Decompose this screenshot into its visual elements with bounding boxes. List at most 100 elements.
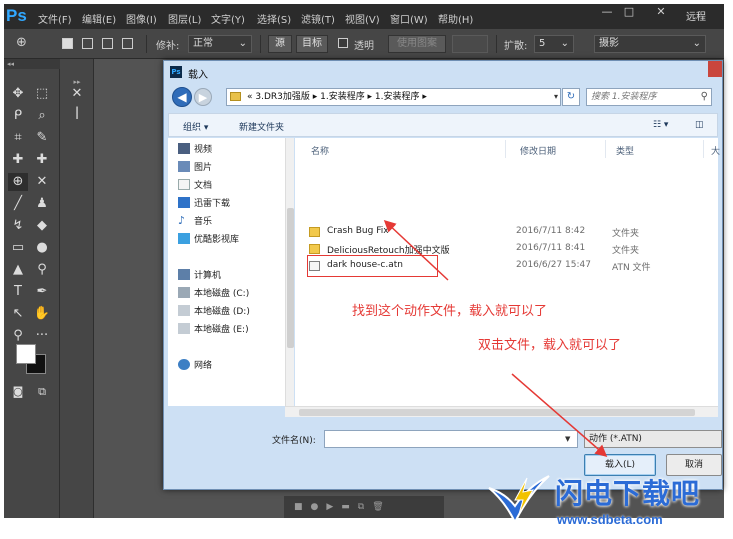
preview-pane-icon[interactable]: ◫ [695, 120, 704, 130]
new-folder-button[interactable]: 新建文件夹 [239, 120, 284, 133]
menu-image[interactable]: 图像(I) [126, 11, 157, 26]
add-selection-icon[interactable] [82, 38, 93, 49]
path-select-tool-icon[interactable]: ↖ [8, 305, 28, 323]
blur-tool-icon[interactable]: ● [32, 239, 52, 257]
menu-filter[interactable]: 滤镜(T) [301, 11, 335, 26]
refresh-icon[interactable]: ↻ [562, 88, 580, 106]
view-options-icon[interactable]: ☷ ▾ [653, 120, 668, 130]
dodge-tool-icon[interactable]: ▲ [8, 261, 28, 279]
crop-tool-icon[interactable]: ⌗ [8, 129, 28, 147]
nav-item-network[interactable]: 网络 [194, 358, 212, 371]
red-eye-tool-icon[interactable]: ✕ [32, 173, 52, 191]
menu-edit[interactable]: 编辑(E) [82, 11, 116, 26]
search-box[interactable]: ⚲ [586, 88, 712, 106]
menu-file[interactable]: 文件(F) [38, 11, 72, 26]
brush-tool-icon[interactable]: ╱ [8, 195, 28, 213]
filetype-select[interactable]: 动作 (*.ATN) [584, 430, 722, 448]
target-button[interactable]: 目标 [296, 35, 328, 53]
brush-preset-icon[interactable]: ꟾ [67, 107, 87, 125]
stamp-tool-icon[interactable]: ♟ [32, 195, 52, 213]
forward-arrow-icon[interactable]: ▶ [194, 88, 212, 106]
intersect-selection-icon[interactable] [122, 38, 133, 49]
hand-tool-icon[interactable]: ✋ [32, 305, 52, 323]
eyedropper-tool-icon[interactable]: ✎ [32, 129, 52, 147]
video-icon [178, 143, 190, 154]
use-pattern-button[interactable]: 使用图案 [388, 35, 446, 53]
marquee-tool-icon[interactable]: ⬚ [32, 85, 52, 103]
nav-item-disk-d[interactable]: 本地磁盘 (D:) [194, 304, 250, 317]
folder-icon [309, 227, 320, 237]
menu-window[interactable]: 窗口(W) [390, 11, 428, 26]
chevron-down-icon: ⌄ [238, 38, 247, 49]
search-icon[interactable]: ⚲ [701, 91, 708, 102]
chevron-down-icon[interactable]: ▾ [554, 89, 558, 105]
quick-mask-icon[interactable]: ◙ [8, 383, 28, 401]
more-tools-icon[interactable]: ··· [32, 327, 52, 345]
scrollbar-thumb[interactable] [299, 409, 695, 416]
nav-item-music[interactable]: 音乐 [194, 214, 212, 227]
maximize-button[interactable]: □ [618, 5, 640, 19]
close-button[interactable]: ✕ [650, 5, 672, 19]
history-brush-tool-icon[interactable]: ↯ [8, 217, 28, 235]
search-input[interactable] [591, 90, 691, 104]
nav-item-pictures[interactable]: 图片 [194, 160, 212, 173]
nav-item-xunlei[interactable]: 迅雷下载 [194, 196, 230, 209]
lasso-tool-icon[interactable]: ᑭ [8, 107, 28, 125]
file-date: 2016/7/11 8:41 [516, 243, 586, 253]
column-date[interactable]: 修改日期 [520, 144, 556, 157]
scrollbar-thumb[interactable] [287, 208, 294, 348]
computer-icon [178, 269, 190, 280]
nav-scrollbar[interactable] [285, 138, 294, 406]
new-selection-icon[interactable] [62, 38, 73, 49]
subtract-selection-icon[interactable] [102, 38, 113, 49]
address-path: « 3.DR3加强版 ▸ 1.安装程序 ▸ 1.安装程序 ▸ [247, 92, 427, 102]
source-button[interactable]: 源 [268, 35, 292, 53]
menu-view[interactable]: 视图(V) [345, 11, 380, 26]
nav-item-youku[interactable]: 优酷影视库 [194, 232, 239, 245]
sponge-tool-icon[interactable]: ⚲ [32, 261, 52, 279]
horizontal-scrollbar[interactable] [285, 406, 718, 417]
minimize-button[interactable]: — [596, 5, 618, 19]
column-type[interactable]: 类型 [616, 144, 634, 157]
zoom-tool-icon[interactable]: ⚲ [8, 327, 28, 345]
chevron-down-icon[interactable]: ▼ [565, 435, 570, 443]
menu-layer[interactable]: 图层(L) [168, 11, 201, 26]
patch-tool-icon[interactable]: ⊕ [16, 35, 27, 50]
mode-select[interactable]: 正常 ⌄ [188, 35, 252, 53]
file-row[interactable]: Crash Bug Fix 2016/7/11 8:42 文件夹 [305, 225, 715, 240]
eraser-tool-icon[interactable]: ◆ [32, 217, 52, 235]
nav-item-disk-c[interactable]: 本地磁盘 (C:) [194, 286, 249, 299]
folder-icon [230, 92, 241, 101]
menu-help[interactable]: 帮助(H) [438, 11, 473, 26]
gradient-tool-icon[interactable]: ▭ [8, 239, 28, 257]
bandage-tool-icon[interactable]: ✚ [32, 151, 52, 169]
nav-item-computer[interactable]: 计算机 [194, 268, 221, 281]
nav-item-documents[interactable]: 文档 [194, 178, 212, 191]
filename-input[interactable] [324, 430, 578, 448]
quick-select-tool-icon[interactable]: ⌕ [32, 107, 52, 125]
panel-collapse-icon[interactable]: ◂◂ [4, 59, 60, 69]
patch-tool-icon[interactable]: ⊕ [8, 173, 28, 191]
menu-select[interactable]: 选择(S) [257, 11, 291, 26]
foreground-color-swatch[interactable] [16, 344, 36, 364]
column-size[interactable]: 大 [711, 144, 720, 157]
nav-item-disk-e[interactable]: 本地磁盘 (E:) [194, 322, 249, 335]
healing-tool-icon[interactable]: ✚ [8, 151, 28, 169]
annotation-find-file: 找到这个动作文件，载入就可以了 [352, 304, 548, 319]
column-name[interactable]: 名称 [311, 144, 329, 157]
tools-preset-icon[interactable]: ✕ [67, 85, 87, 103]
pattern-picker[interactable] [452, 35, 488, 53]
screen-mode-icon[interactable]: ⧉ [32, 383, 52, 401]
diffusion-select[interactable]: 5 ⌄ [534, 35, 574, 53]
address-bar[interactable]: « 3.DR3加强版 ▸ 1.安装程序 ▸ 1.安装程序 ▸ ▾ [226, 88, 561, 106]
move-tool-icon[interactable]: ✥ [8, 85, 28, 103]
dialog-close-button[interactable] [708, 61, 722, 77]
transparent-checkbox[interactable] [338, 38, 348, 48]
menu-type[interactable]: 文字(Y) [211, 11, 245, 26]
pen-tool-icon[interactable]: ✒ [32, 283, 52, 301]
workspace-select[interactable]: 摄影 ⌄ [594, 35, 706, 53]
nav-item-video[interactable]: 视频 [194, 142, 212, 155]
organize-button[interactable]: 组织 ▾ [183, 120, 208, 133]
back-arrow-icon[interactable]: ◀ [172, 87, 192, 107]
type-tool-icon[interactable]: T [8, 283, 28, 301]
